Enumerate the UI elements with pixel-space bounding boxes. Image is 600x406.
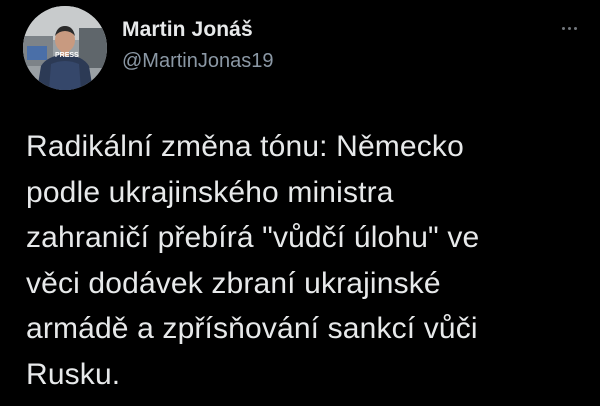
more-dot [561,26,565,30]
avatar[interactable]: PRESS [23,6,107,90]
more-dot [567,26,571,30]
author-display-name[interactable]: Martin Jonáš [122,18,253,42]
press-badge-text: PRESS [55,52,79,59]
author-handle[interactable]: @MartinJonas19 [122,50,273,73]
more-options-icon[interactable] [554,18,584,38]
press-badge-icon: PRESS [55,52,79,59]
tweet-card[interactable]: PRESS Martin Jonáš @MartinJonas19 Radiká… [0,0,600,406]
more-dot [573,26,577,30]
tweet-text: Radikální změna tónu: Německo podle ukra… [26,130,480,391]
